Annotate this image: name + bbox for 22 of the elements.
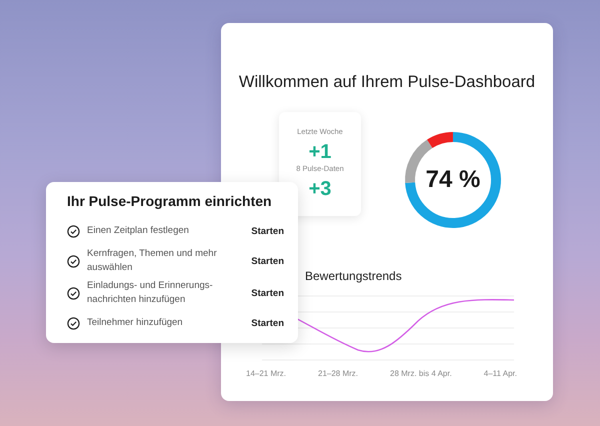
- task-label: Kernfragen, Themen und mehr auswählen: [87, 247, 218, 275]
- axis-label: 28 Mrz. bis 4 Apr.: [390, 369, 452, 378]
- task-label: Einen Zeitplan festlegen: [87, 224, 190, 238]
- start-button[interactable]: Starten: [251, 318, 284, 328]
- start-button[interactable]: Starten: [251, 288, 284, 298]
- setup-title: Ihr Pulse-Programm einrichten: [67, 193, 273, 209]
- donut-percentage: 74 %: [424, 167, 482, 193]
- trend-title: Bewertungstrends: [305, 269, 403, 283]
- dashboard-title: Willkommen auf Ihrem Pulse-Dashboard: [238, 73, 536, 91]
- axis-label: 14–21 Mrz.: [246, 369, 286, 378]
- stat-value: +3: [308, 178, 332, 200]
- stat-value: +1: [308, 141, 332, 163]
- axis-label: 4–11 Apr.: [484, 369, 517, 378]
- check-circle-icon: [67, 224, 80, 238]
- start-button[interactable]: Starten: [251, 256, 284, 266]
- axis-label: 21–28 Mrz.: [318, 369, 358, 378]
- check-circle-icon: [67, 254, 80, 268]
- task-label: Teilnehmer hinzufügen: [87, 316, 184, 330]
- check-circle-icon: [67, 316, 80, 330]
- check-circle-icon: [67, 286, 80, 300]
- task-label: Einladungs- und Erinnerungs-nachrichten hinzufügen: [87, 279, 214, 307]
- start-button[interactable]: Starten: [251, 226, 284, 236]
